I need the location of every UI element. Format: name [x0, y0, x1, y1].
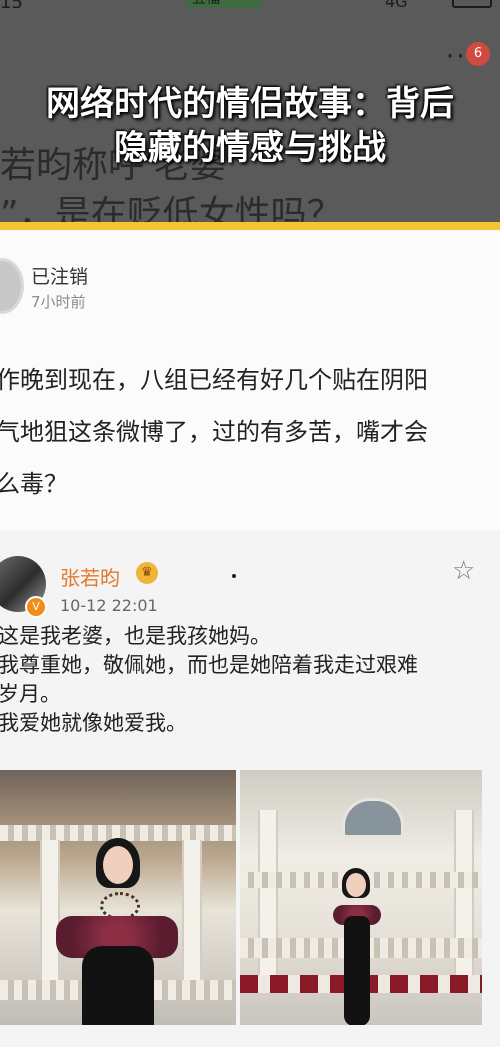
network-indicator: 4G: [385, 0, 408, 11]
user-avatar[interactable]: [0, 258, 24, 314]
status-time: 15: [0, 0, 23, 13]
battery-icon: [452, 0, 492, 8]
photo-right[interactable]: [240, 770, 482, 1025]
verified-icon: V: [25, 596, 47, 618]
header-image: 15 五福 4G ··· 6 若昀称呼'老婆' ”，是在贬低女性吗？ 网络时代的…: [0, 0, 500, 226]
photo-left[interactable]: [0, 770, 236, 1025]
separator-dot: [232, 574, 236, 578]
post-time: 7小时前: [31, 293, 86, 311]
star-icon[interactable]: ☆: [452, 556, 475, 586]
divider-bar: [0, 222, 500, 230]
app-label: 五福: [186, 0, 262, 8]
background-text-2: ”，是在贬低女性吗？: [0, 194, 343, 226]
weibo-post: 已注销 7小时前 作晚到现在，八组已经有好几个贴在阴阳 气地狙这条微博了，过的有多…: [0, 230, 500, 1047]
crown-icon: ♛: [136, 562, 158, 584]
reposted-weibo[interactable]: V 张若昀 ♛ ☆ 10-12 22:01 这是我老婆，也是我孩她妈。 我尊重她，…: [0, 530, 500, 1047]
page-title: 网络时代的情侣故事：背后 隐藏的情感与挑战: [46, 84, 454, 168]
post-username[interactable]: 已注销: [31, 262, 88, 289]
post-text: 作晚到现在，八组已经有好几个贴在阴阳 气地狙这条微博了，过的有多苦，嘴才会 么毒？: [0, 366, 428, 498]
status-bar: 15 五福 4G: [0, 0, 500, 16]
repost-username[interactable]: 张若昀: [60, 562, 120, 591]
repost-time: 10-12 22:01: [60, 596, 158, 615]
repost-text: 这是我老婆，也是我孩她妈。 我尊重她，敬佩她，而也是她陪着我走过艰难 岁月。 我爱她就…: [0, 624, 418, 735]
notification-badge: 6: [466, 42, 490, 66]
